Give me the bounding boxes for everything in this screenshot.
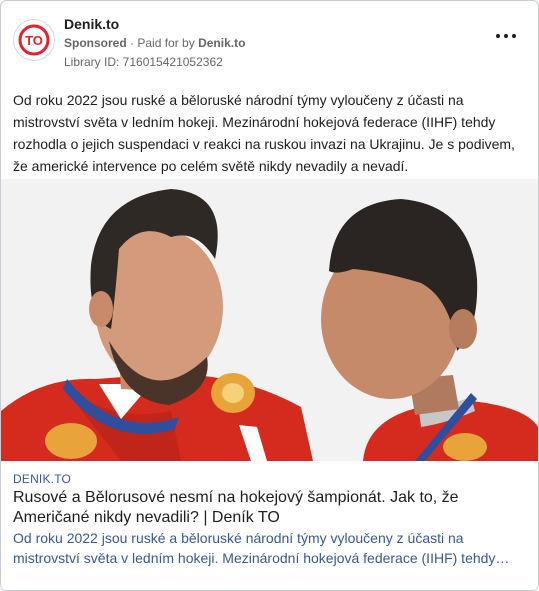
link-headline[interactable]: Rusové a Bělorusové nesmí na hokejový ša… xyxy=(13,488,523,528)
paid-for-prefix: Paid for by xyxy=(137,36,195,50)
advertiser-avatar[interactable]: TO xyxy=(13,19,55,61)
paid-for-name[interactable]: Denik.to xyxy=(198,36,245,50)
post-body: Od roku 2022 jsou ruské a běloruské náro… xyxy=(13,92,515,174)
sponsored-label: Sponsored xyxy=(64,36,127,50)
post-image[interactable] xyxy=(1,179,538,461)
ad-header: TO Denik.to Sponsored · Paid for by Deni… xyxy=(13,13,526,71)
sponsored-row: Sponsored · Paid for by Denik.to xyxy=(64,36,245,50)
hockey-players-photo xyxy=(1,179,538,461)
dot xyxy=(496,34,500,38)
page-name[interactable]: Denik.to xyxy=(64,16,119,32)
logo-text: TO xyxy=(25,33,43,48)
library-id: Library ID: 716015421052362 xyxy=(64,55,223,69)
more-options-icon[interactable] xyxy=(496,31,516,41)
link-domain[interactable]: DENIK.TO xyxy=(13,472,71,486)
dot xyxy=(504,34,508,38)
ad-card: TO Denik.to Sponsored · Paid for by Deni… xyxy=(0,0,539,591)
denik-to-logo: TO xyxy=(18,24,50,56)
dot xyxy=(512,34,516,38)
link-preview[interactable]: DENIK.TO Rusové a Bělorusové nesmí na ho… xyxy=(1,461,538,590)
link-description[interactable]: Od roku 2022 jsou ruské a běloruské náro… xyxy=(13,528,523,568)
